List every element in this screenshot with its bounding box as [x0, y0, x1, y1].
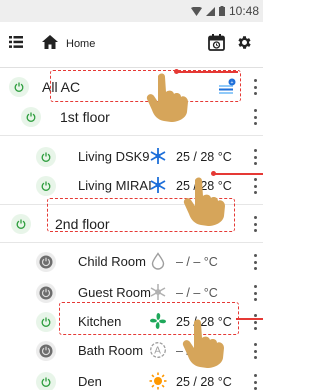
power-toggle-child-room[interactable] — [36, 252, 56, 272]
more-options-icon[interactable] — [253, 109, 257, 125]
more-options-icon[interactable] — [253, 79, 257, 95]
row-label: Living MIRAI — [78, 178, 152, 193]
row-label: Den — [78, 374, 102, 389]
power-toggle-1st-floor[interactable] — [21, 107, 41, 127]
battery-icon — [218, 6, 225, 16]
more-options-icon[interactable] — [253, 314, 257, 330]
callout-line-kitchen — [236, 318, 263, 320]
status-time: 10:48 — [228, 4, 259, 18]
power-icon — [41, 181, 51, 191]
more-options-icon[interactable] — [253, 178, 257, 194]
temperature-readout: 25 / 28 °C — [176, 375, 232, 389]
power-off-icon — [39, 286, 53, 300]
schedule-icon[interactable] — [208, 34, 225, 51]
power-toggle-bath-room[interactable] — [36, 341, 56, 361]
wifi-icon — [190, 6, 202, 16]
more-options-icon[interactable] — [253, 254, 257, 270]
dry-mode-droplet-icon — [151, 252, 165, 270]
temperature-readout: – / – °C — [176, 255, 218, 269]
power-icon — [41, 317, 51, 327]
power-icon — [16, 219, 26, 229]
power-icon — [26, 112, 36, 122]
row-label: Guest Room — [78, 285, 151, 300]
power-toggle-den[interactable] — [36, 372, 56, 390]
callout-line-2nd-floor — [213, 173, 263, 175]
more-options-icon[interactable] — [253, 285, 257, 301]
page-title: Home — [66, 38, 96, 50]
power-toggle-kitchen[interactable] — [36, 312, 56, 332]
group-row-1st-floor[interactable]: 1st floor — [0, 98, 263, 136]
signal-icon — [205, 6, 215, 16]
tap-gesture-hand-icon — [182, 319, 224, 368]
row-label: Bath Room — [78, 343, 144, 358]
row-label: Living DSK9 — [78, 149, 150, 164]
more-options-icon[interactable] — [253, 374, 257, 390]
settings-gear-icon[interactable] — [236, 34, 253, 51]
row-label: 1st floor — [60, 109, 110, 125]
row-label: Child Room — [78, 254, 146, 269]
power-off-icon — [39, 344, 53, 358]
temperature-readout: 25 / 28 °C — [176, 150, 232, 164]
more-options-icon[interactable] — [253, 216, 257, 232]
svg-text:A: A — [154, 346, 161, 357]
power-icon — [14, 82, 24, 92]
list-menu-icon[interactable] — [9, 36, 23, 48]
status-bar: 10:48 — [0, 0, 263, 22]
power-toggle-guest-room[interactable] — [36, 283, 56, 303]
power-toggle-living-mirai[interactable] — [36, 176, 56, 196]
power-toggle-all-ac[interactable] — [9, 77, 29, 97]
power-icon — [41, 152, 51, 162]
app-toolbar: Home — [0, 22, 263, 68]
more-options-icon[interactable] — [253, 149, 257, 165]
more-options-icon[interactable] — [253, 343, 257, 359]
power-toggle-2nd-floor[interactable] — [11, 214, 31, 234]
temperature-readout: – / – °C — [176, 286, 218, 300]
cool-mode-snowflake-icon — [150, 284, 166, 300]
tap-gesture-hand-icon — [183, 177, 225, 226]
cool-mode-snowflake-icon — [150, 148, 166, 164]
power-icon — [41, 377, 51, 387]
power-off-icon — [39, 255, 53, 269]
tap-gesture-hand-icon — [146, 73, 188, 122]
cool-mode-snowflake-icon — [150, 177, 166, 193]
power-toggle-living-dsk9[interactable] — [36, 147, 56, 167]
heat-mode-sun-icon — [149, 372, 167, 390]
home-icon[interactable] — [42, 35, 58, 49]
auto-mode-icon: A — [150, 342, 166, 358]
